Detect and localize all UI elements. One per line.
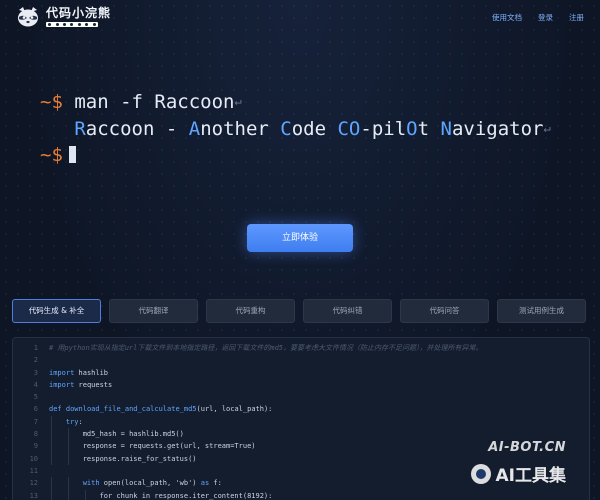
line-number: 8 xyxy=(33,430,38,439)
terminal-line-1: ~$ man -f Raccoon↵ xyxy=(40,88,551,115)
tab-code-translation[interactable]: 代码翻译 xyxy=(109,299,198,323)
nav-login-link[interactable]: 登录 xyxy=(538,12,553,23)
nav-docs-link[interactable]: 使用文档 xyxy=(492,12,522,23)
newline-icon: ↵ xyxy=(234,94,242,108)
line-number: 7 xyxy=(33,417,38,426)
brand-tagline-bar xyxy=(46,22,98,27)
code-line: 1 # 用python实现从指定url下载文件到本地指定路径，返回下载文件的md5… xyxy=(13,342,589,354)
landing-page: 代码小浣熊 使用文档 登录 注册 ~$ man -f Raccoon↵ Racc… xyxy=(0,0,600,500)
line-number: 4 xyxy=(33,380,38,389)
line-number: 3 xyxy=(33,368,38,377)
tab-code-fix[interactable]: 代码纠错 xyxy=(303,299,392,323)
code-line: 7 try: xyxy=(13,415,589,429)
line-number: 11 xyxy=(29,466,38,475)
line-number: 10 xyxy=(29,454,38,463)
line-number: 6 xyxy=(33,405,38,414)
top-header: 代码小浣熊 使用文档 登录 注册 xyxy=(0,0,600,34)
watermark: AI-BOT.CN AI工具集 xyxy=(470,440,566,486)
code-line: 6 def download_file_and_calculate_md5(url… xyxy=(13,403,589,415)
code-text: for chunk in response.iter_content(8192)… xyxy=(49,491,273,500)
raccoon-icon xyxy=(16,6,40,28)
line-number: 1 xyxy=(33,344,38,352)
line-number: 2 xyxy=(33,356,38,365)
tab-code-generation[interactable]: 代码生成 & 补全 xyxy=(12,299,101,323)
feature-tabs: 代码生成 & 补全 代码翻译 代码重构 代码纠错 代码问答 测试用例生成 xyxy=(12,299,586,323)
terminal-command: man -f Raccoon xyxy=(74,91,235,113)
newline-icon: ↵ xyxy=(543,121,551,135)
terminal-text: avigator xyxy=(451,118,544,140)
top-nav: 使用文档 登录 注册 xyxy=(492,12,584,23)
code-text: try: xyxy=(65,417,83,426)
acronym-letter: R xyxy=(74,118,86,140)
line-number: 12 xyxy=(29,479,38,488)
acronym-letter: O xyxy=(406,118,418,140)
code-text: md5_hash = hashlib.md5() xyxy=(49,430,184,439)
watermark-brand: AI工具集 xyxy=(470,461,566,486)
terminal-prompt: ~$ xyxy=(40,144,63,166)
code-text: import requests xyxy=(49,380,113,389)
acronym-letter: A xyxy=(188,118,201,140)
tab-code-qa[interactable]: 代码问答 xyxy=(400,299,489,323)
acronym-letter: C xyxy=(280,118,292,140)
code-line: 2 xyxy=(13,354,589,366)
terminal-text: t xyxy=(417,118,441,140)
brand-name: 代码小浣熊 xyxy=(46,6,112,20)
line-number: 5 xyxy=(33,393,38,402)
code-line: 13 for chunk in response.iter_content(81… xyxy=(13,489,589,500)
watermark-site: AI-BOT.CN xyxy=(488,440,566,455)
terminal-line-2: Raccoon - Another Code CO-pilOt Navigato… xyxy=(40,115,551,142)
code-text: def download_file_and_calculate_md5(url,… xyxy=(49,405,273,414)
code-text: # 用python实现从指定url下载文件到本地指定路径，返回下载文件的md5，… xyxy=(49,344,483,352)
nav-register-link[interactable]: 注册 xyxy=(569,12,584,23)
terminal-text: ode xyxy=(291,118,338,140)
code-line: 3 import hashlib xyxy=(13,367,589,379)
acronym-letter: CO xyxy=(337,118,361,140)
terminal-text: -pil xyxy=(360,118,407,140)
terminal-line-3: ~$ xyxy=(40,142,551,168)
code-text: import hashlib xyxy=(49,368,109,377)
tab-test-generation[interactable]: 测试用例生成 xyxy=(497,299,586,323)
watermark-logo-icon xyxy=(470,463,491,484)
terminal-text: accoon - xyxy=(85,118,189,140)
acronym-letter: N xyxy=(440,118,452,140)
line-number: 9 xyxy=(33,442,38,451)
code-line: 5 xyxy=(13,391,589,403)
tab-code-refactor[interactable]: 代码重构 xyxy=(206,299,295,323)
code-text: response.raise_for_status() xyxy=(49,454,197,463)
brand[interactable]: 代码小浣熊 xyxy=(16,6,111,28)
terminal-hero: ~$ man -f Raccoon↵ Raccoon - Another Cod… xyxy=(40,88,551,168)
terminal-prompt: ~$ xyxy=(40,91,63,113)
code-line: 8 md5_hash = hashlib.md5() xyxy=(13,428,589,441)
code-line: 4 import requests xyxy=(13,379,589,391)
code-text: response = requests.get(url, stream=True… xyxy=(49,442,256,451)
cursor-caret xyxy=(68,146,76,163)
try-now-button[interactable]: 立即体验 xyxy=(247,224,353,252)
watermark-title: AI工具集 xyxy=(495,466,566,486)
code-text: with open(local_path, 'wb') as f: xyxy=(82,479,222,488)
line-number: 13 xyxy=(29,491,38,500)
terminal-text: nother xyxy=(200,118,281,140)
